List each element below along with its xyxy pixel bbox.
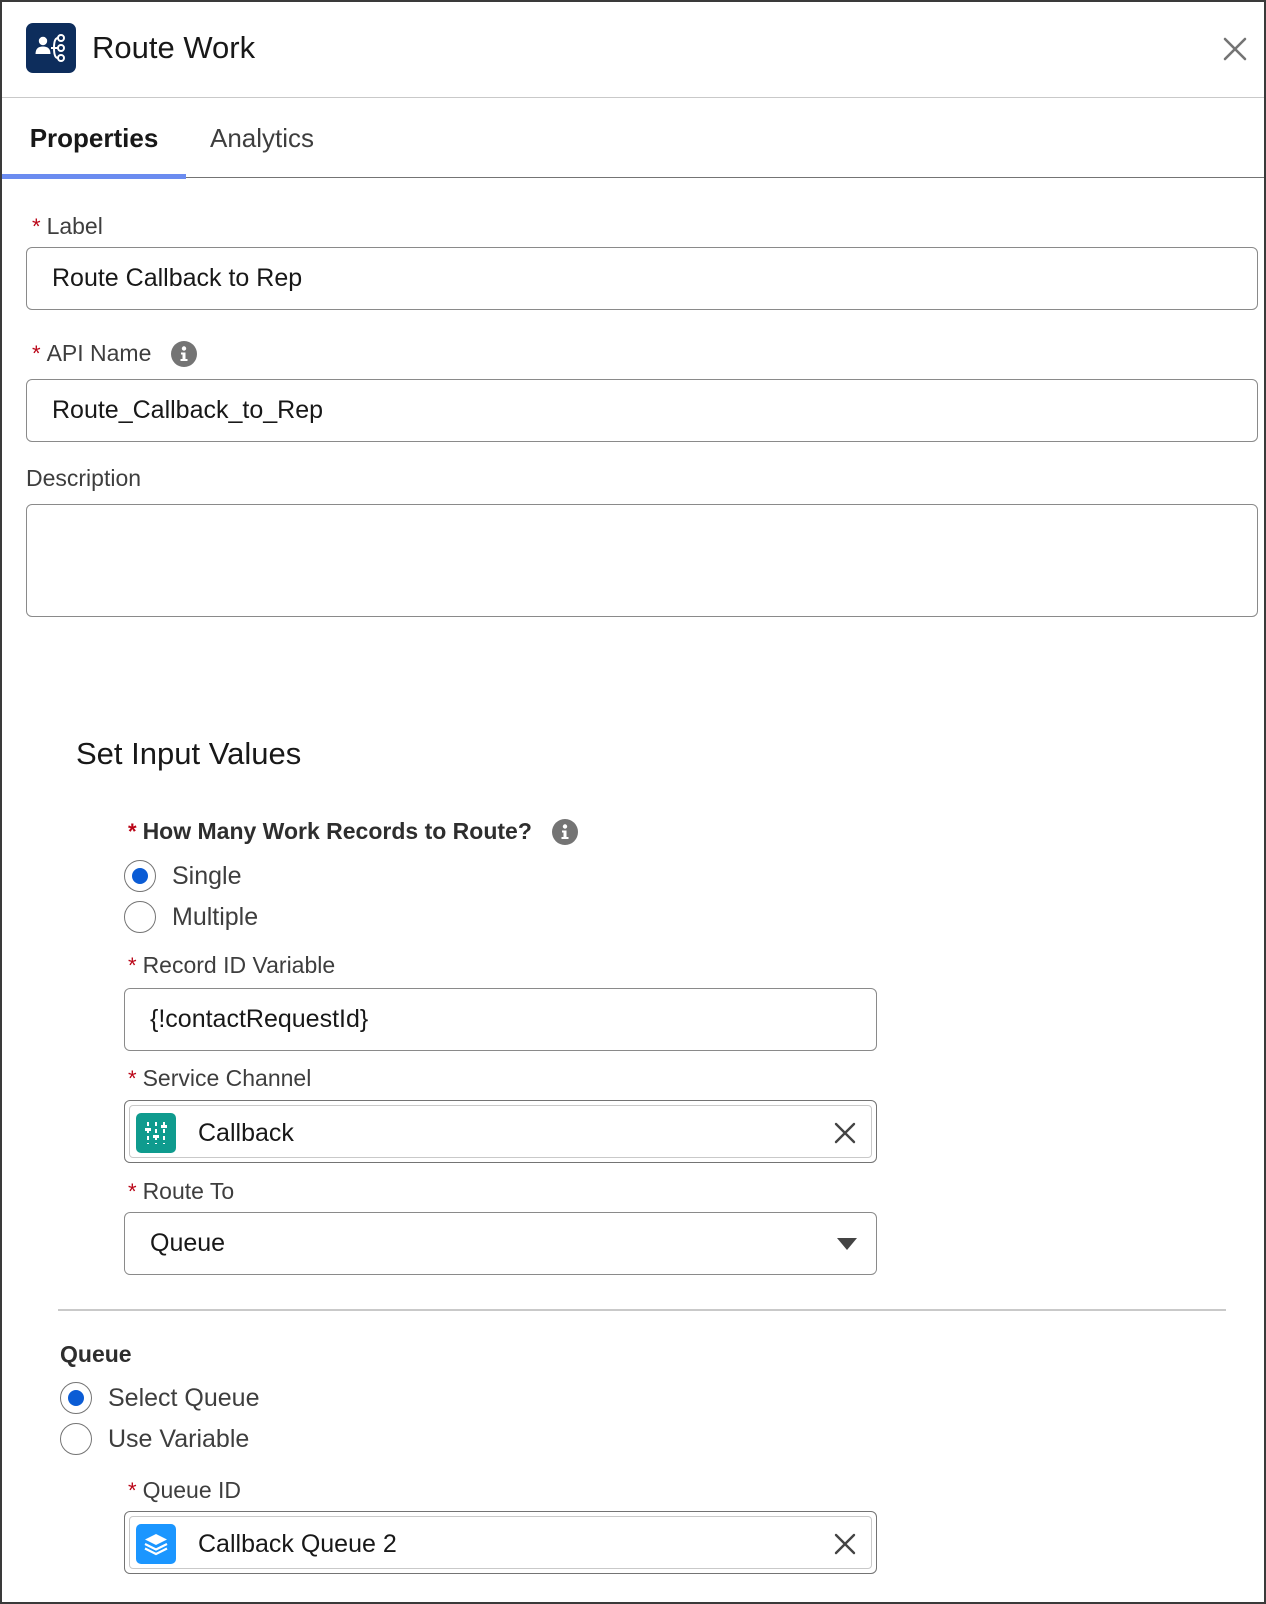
radio-use-variable-indicator[interactable] <box>60 1423 92 1455</box>
chevron-down-icon <box>837 1238 857 1250</box>
route-work-icon <box>26 23 76 73</box>
clear-queue-id-button[interactable] <box>833 1532 857 1556</box>
close-icon <box>834 1533 856 1555</box>
radio-multiple[interactable]: Multiple <box>124 901 258 933</box>
radio-single-indicator[interactable] <box>124 860 156 892</box>
required-marker: * <box>32 213 41 239</box>
queue-icon <box>136 1524 176 1564</box>
queue-id-lookup[interactable]: Callback Queue 2 <box>124 1511 877 1574</box>
record-id-label: * Record ID Variable <box>128 952 335 979</box>
radio-multiple-indicator[interactable] <box>124 901 156 933</box>
info-icon[interactable] <box>551 818 578 845</box>
description-field-text: Description <box>26 465 142 491</box>
route-to-select[interactable]: Queue <box>124 1212 877 1275</box>
panel-header: Route Work <box>2 2 1264 98</box>
label-field-label: * Label <box>32 213 103 240</box>
queue-id-pill: Callback Queue 2 <box>129 1516 872 1569</box>
required-marker: * <box>128 952 137 978</box>
record-id-label-text: Record ID Variable <box>142 952 336 978</box>
clear-service-channel-button[interactable] <box>833 1121 857 1145</box>
service-channel-lookup[interactable]: Callback <box>124 1100 877 1163</box>
route-to-label-text: Route To <box>142 1178 235 1204</box>
close-button[interactable] <box>1222 36 1248 62</box>
panel-title: Route Work <box>92 30 256 65</box>
queue-id-label-text: Queue ID <box>142 1477 242 1503</box>
api-name-field-label: * API Name <box>32 340 198 367</box>
service-channel-label: * Service Channel <box>128 1065 311 1092</box>
info-icon[interactable] <box>171 340 198 367</box>
api-name-field-text: API Name <box>46 340 152 366</box>
service-channel-icon <box>136 1113 176 1153</box>
radio-select-queue-indicator[interactable] <box>60 1382 92 1414</box>
required-marker: * <box>32 340 41 366</box>
radio-single-label: Single <box>172 861 242 890</box>
required-marker: * <box>128 1178 137 1204</box>
how-many-label: * How Many Work Records to Route? <box>128 818 578 845</box>
label-input[interactable]: Route Callback to Rep <box>26 247 1258 310</box>
required-marker: * <box>128 1065 137 1091</box>
how-many-label-text: How Many Work Records to Route? <box>142 818 532 844</box>
tab-bar: Properties Analytics <box>2 99 1264 179</box>
radio-use-variable-label: Use Variable <box>108 1424 250 1453</box>
route-to-label: * Route To <box>128 1178 234 1205</box>
service-channel-pill: Callback <box>129 1105 872 1158</box>
close-icon <box>834 1122 856 1144</box>
description-field-label: Description <box>26 465 141 492</box>
route-work-panel: Route Work Properties Analytics * Label … <box>0 0 1266 1604</box>
service-channel-label-text: Service Channel <box>142 1065 312 1091</box>
radio-single[interactable]: Single <box>124 860 242 892</box>
api-name-input[interactable]: Route_Callback_to_Rep <box>26 379 1258 442</box>
section-divider <box>58 1309 1226 1311</box>
radio-use-variable[interactable]: Use Variable <box>60 1423 249 1455</box>
queue-id-label: * Queue ID <box>128 1477 241 1504</box>
tab-analytics[interactable]: Analytics <box>210 99 314 178</box>
record-id-input[interactable]: {!contactRequestId} <box>124 988 877 1051</box>
radio-select-queue[interactable]: Select Queue <box>60 1382 260 1414</box>
section-title-input-values: Set Input Values <box>76 736 302 771</box>
description-textarea[interactable] <box>26 504 1258 617</box>
close-icon <box>1223 37 1247 61</box>
queue-group-title: Queue <box>60 1341 132 1367</box>
service-channel-value: Callback <box>198 1119 294 1147</box>
queue-id-value: Callback Queue 2 <box>198 1530 397 1558</box>
tab-properties[interactable]: Properties <box>2 99 186 179</box>
required-marker: * <box>128 818 137 844</box>
route-to-value: Queue <box>150 1229 226 1257</box>
required-marker: * <box>128 1477 137 1503</box>
radio-multiple-label: Multiple <box>172 902 259 931</box>
radio-select-queue-label: Select Queue <box>108 1383 260 1412</box>
label-field-text: Label <box>46 213 103 239</box>
